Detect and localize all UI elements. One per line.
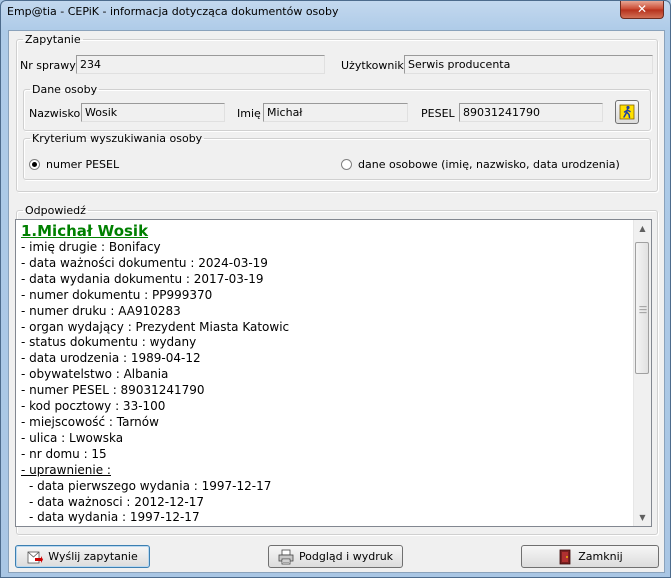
criteria-personal-label[interactable]: dane osobowe (imię, nazwisko, data urodz… [358, 158, 620, 171]
answer-line: - kod pocztowy : 33-100 [21, 399, 166, 414]
send-query-button[interactable]: Wyślij zapytanie [15, 545, 150, 568]
answer-line: - imię drugie : Bonifacy [21, 240, 161, 254]
window-close-button[interactable]: ✕ [620, 1, 664, 19]
surname-field[interactable]: Wosik [81, 103, 225, 122]
answer-line: - numer PESEL : 89031241790 [21, 383, 205, 398]
send-query-label: Wyślij zapytanie [48, 550, 138, 563]
criteria-pesel-label[interactable]: numer PESEL [46, 158, 119, 171]
name-label: Imię [237, 107, 261, 120]
title-bar[interactable]: Emp@tia - CEPiK - informacja dotycząca d… [1, 1, 670, 23]
case-number-field[interactable]: 234 [76, 55, 325, 74]
answer-line: - obywatelstwo : Albania [21, 367, 169, 382]
preview-print-label: Podgląd i wydruk [298, 550, 394, 563]
user-label: Użytkownik [341, 59, 404, 72]
answer-section-label: - uprawnienie : [21, 463, 631, 479]
answer-line: - status dokumentu : wydany [21, 335, 197, 350]
scroll-down-arrow-icon[interactable]: ▼ [634, 509, 651, 526]
answer-sub-line: - data pierwszego wydania : 1997-12-17 [29, 478, 272, 493]
pesel-field[interactable]: 89031241790 [459, 103, 603, 122]
person-search-button[interactable] [615, 100, 639, 124]
answer-line: - data urodzenia : 1989-04-12 [21, 351, 201, 366]
scrollbar-grip-icon: — — — [639, 302, 647, 317]
answer-line: - numer dokumentu : PP999370 [21, 287, 213, 302]
criteria-group-legend: Kryterium wyszukiwania osoby [32, 132, 203, 145]
criteria-personal-radio[interactable] [341, 159, 352, 170]
close-label: Zamknij [578, 550, 623, 563]
send-envelope-icon [27, 549, 44, 565]
answer-content: 1.Michał Wosik - imię drugie : Bonifacy … [21, 222, 631, 526]
name-field[interactable]: Michał [263, 103, 408, 122]
scrollbar-thumb[interactable]: — — — [635, 242, 649, 374]
window-title: Emp@tia - CEPiK - informacja dotycząca d… [7, 5, 339, 18]
case-number-label: Nr sprawy [20, 59, 76, 72]
criteria-group: Kryterium wyszukiwania osoby [23, 132, 651, 180]
answer-line: - data ważności dokumentu : 2024-03-19 [21, 255, 268, 270]
answer-group-legend: Odpowiedź [25, 204, 86, 217]
pesel-label: PESEL [421, 107, 455, 120]
answer-line: - nr domu : 15 [21, 446, 107, 461]
answer-section-text: - uprawnienie : [21, 462, 111, 477]
answer-sub-line: - data wydania : 1997-12-17 [29, 510, 200, 525]
exit-door-icon [557, 549, 573, 565]
answer-line: - data wydania dokumentu : 2017-03-19 [21, 271, 264, 286]
surname-label: Nazwisko [29, 107, 81, 120]
printer-icon [278, 549, 294, 565]
user-field[interactable]: Serwis producenta [404, 55, 653, 74]
scroll-up-arrow-icon[interactable]: ▲ [634, 220, 651, 237]
preview-print-button[interactable]: Podgląd i wydruk [268, 545, 403, 568]
app-window: Emp@tia - CEPiK - informacja dotycząca d… [0, 0, 671, 578]
answer-person-heading: 1.Michał Wosik [21, 222, 149, 240]
answer-line: - miejscowość : Tarnów [21, 414, 159, 429]
answer-scrollbar[interactable]: ▲ — — — ▼ [633, 220, 651, 526]
answer-line: - ulica : Lwowska [21, 430, 124, 445]
query-group-legend: Zapytanie [25, 33, 81, 46]
person-group-legend: Dane osoby [32, 83, 98, 96]
close-button[interactable]: Zamknij [521, 545, 659, 568]
answer-textarea[interactable]: 1.Michał Wosik - imię drugie : Bonifacy … [15, 219, 652, 527]
answer-line: - organ wydający : Prezydent Miasta Kato… [21, 319, 290, 334]
criteria-pesel-radio[interactable] [29, 159, 40, 170]
person-walking-icon [619, 104, 635, 120]
answer-line: - numer druku : AA910283 [21, 303, 181, 318]
answer-sub-line: - data ważnosci : 2012-12-17 [29, 494, 204, 509]
